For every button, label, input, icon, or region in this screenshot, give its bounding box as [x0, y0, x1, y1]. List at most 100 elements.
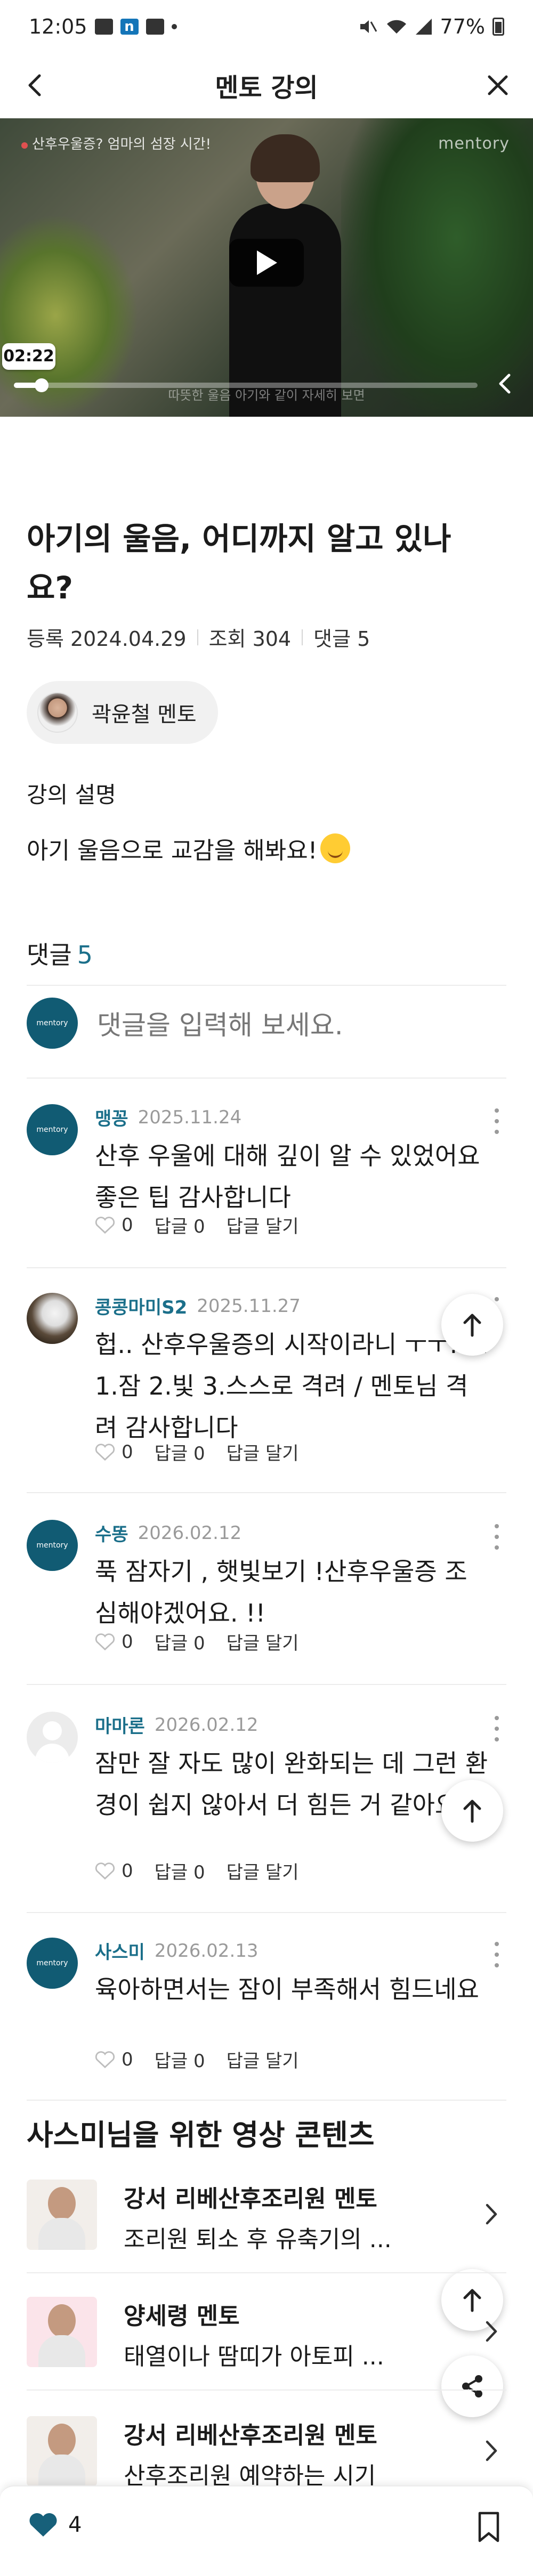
reply-count[interactable]: 답글 0 — [155, 1212, 205, 1238]
registered-date: 등록 2024.04.29 — [27, 627, 187, 651]
recommendation-mentor: 강서 리베산후조리원 멘토 — [124, 2185, 377, 2213]
status-bar: 12:05 n 77% — [0, 0, 533, 53]
commenter-name: 수똥 — [95, 1524, 128, 1545]
comment-input-row[interactable]: mentory 댓글을 입력해 보세요. — [27, 997, 506, 1050]
chevron-right-icon — [486, 2321, 497, 2342]
comment-actions: 0 답글 0 답글 달기 — [95, 1439, 320, 1465]
more-notifications-icon — [171, 24, 177, 29]
video-overlay-title: 산후우울증? 엄마의 섬장 시간! — [21, 133, 211, 153]
arrow-up-icon — [463, 1800, 481, 1823]
reply-button[interactable]: 답글 달기 — [227, 2046, 299, 2072]
comment-item: 마마론 2026.02.12 잠만 잘 자도 많이 완화되는 데 그런 환경이 쉽지… — [27, 1712, 506, 1890]
close-icon — [488, 75, 508, 95]
video-brand-watermark: mentory — [438, 134, 510, 153]
comment-actions: 0 답글 0 답글 달기 — [95, 2046, 320, 2072]
chevron-right-icon — [486, 2204, 497, 2225]
recommendation-mentor: 강서 리베산후조리원 멘토 — [124, 2422, 377, 2449]
page-title: 멘토 강의 — [215, 73, 318, 103]
reply-count[interactable]: 답글 0 — [155, 1629, 205, 1655]
back-button[interactable] — [19, 69, 51, 101]
chevron-left-icon — [499, 374, 511, 394]
comment-text: 산후 우울에 대해 깊이 알 수 있었어요 좋은 팁 감사합니다 — [95, 1141, 480, 1212]
recommendation-item[interactable]: 양세령 멘토 태열이나 땀띠가 아토피 ... — [27, 2291, 506, 2371]
divider — [27, 1492, 506, 1493]
comment-header: 마마론 2026.02.12 — [95, 1712, 259, 1738]
reply-count[interactable]: 답글 0 — [155, 1439, 205, 1465]
reply-button[interactable]: 답글 달기 — [227, 1629, 299, 1655]
commenter-avatar — [27, 1293, 78, 1344]
meta-divider — [302, 629, 303, 645]
comment-date: 2026.02.12 — [138, 1522, 242, 1544]
comment-like-count: 0 — [122, 1860, 133, 1882]
more-options-icon[interactable] — [490, 1521, 503, 1553]
play-button[interactable] — [229, 239, 304, 287]
share-icon — [462, 2375, 482, 2397]
comment-text: 헙.. 산후우울증의 시작이라니 ㅜㅜ..... 1.잠 2.빛 3.스스로 격… — [95, 1330, 489, 1442]
comment-header: 수똥 2026.02.12 — [95, 1520, 241, 1546]
reply-button[interactable]: 답글 달기 — [227, 1212, 299, 1238]
wifi-icon — [386, 20, 406, 34]
heart-outline-icon[interactable] — [95, 2051, 115, 2069]
more-options-icon[interactable] — [490, 1713, 503, 1745]
comment-actions: 0 답글 0 답글 달기 — [95, 1629, 320, 1655]
recommendation-subtitle: 조리원 퇴소 후 유축기의 ... — [124, 2226, 392, 2253]
comment-date: 2026.02.13 — [154, 1940, 259, 1962]
scroll-top-button[interactable] — [441, 1294, 503, 1356]
battery-icon — [492, 18, 504, 36]
arrow-up-icon — [463, 1314, 481, 1337]
comment-actions: 0 답글 0 답글 달기 — [95, 1858, 320, 1884]
divider — [27, 2100, 506, 2101]
comment-like-count: 0 — [122, 1631, 133, 1652]
comments-count: 5 — [77, 941, 93, 969]
mentor-chip[interactable]: 곽윤철 멘토 — [27, 681, 218, 744]
comment-item: mentory 수똥 2026.02.12 푹 잠자기 , 햇빛보기 !산후우울증 조… — [27, 1520, 506, 1660]
like-button[interactable]: 4 — [29, 2512, 82, 2538]
commenter-name: 맹꽁 — [95, 1108, 128, 1130]
comment-text: 육아하면서는 잠이 부족해서 힘드네요 — [95, 1975, 479, 2004]
status-time: 12:05 — [29, 15, 87, 38]
heart-outline-icon[interactable] — [95, 1862, 115, 1880]
video-collapse-button[interactable] — [491, 368, 518, 400]
description-label: 강의 설명 — [27, 782, 116, 808]
recommendation-item[interactable]: 강서 리베산후조리원 멘토 산후조리원 예약하는 시기 — [27, 2411, 506, 2491]
reply-count[interactable]: 답글 0 — [155, 2046, 205, 2072]
bookmark-button[interactable] — [474, 2511, 503, 2543]
bottom-action-bar: 4 — [0, 2485, 533, 2576]
scroll-top-button[interactable] — [441, 1780, 503, 1842]
reply-button[interactable]: 답글 달기 — [227, 1858, 299, 1884]
naver-notification-icon: n — [120, 19, 139, 35]
smile-emoji-icon — [320, 833, 351, 863]
bookmark-icon — [478, 2512, 499, 2542]
video-seek-bar[interactable] — [14, 383, 478, 388]
more-options-icon[interactable] — [490, 1105, 503, 1137]
lecture-meta: 등록 2024.04.29 조회 304 댓글 5 — [27, 622, 370, 652]
view-count: 조회 304 — [208, 627, 292, 651]
comment-like-count: 0 — [122, 2048, 133, 2070]
commenter-avatar: mentory — [27, 1104, 78, 1155]
mentor-avatar — [37, 692, 78, 733]
gallery-notification-icon — [94, 19, 113, 35]
comment-text: 잠만 잘 자도 많이 완화되는 데 그런 환경이 쉽지 않아서 더 힘든 거 같… — [95, 1749, 488, 1819]
reply-button[interactable]: 답글 달기 — [227, 1439, 299, 1465]
more-options-icon[interactable] — [490, 1939, 503, 1971]
heart-outline-icon[interactable] — [95, 1216, 115, 1234]
comment-text: 푹 잠자기 , 햇빛보기 !산후우울증 조심해야겠어요. !! — [95, 1557, 467, 1627]
commenter-name: 콩콩마미S2 — [95, 1297, 188, 1318]
video-seek-handle[interactable] — [35, 378, 49, 392]
comment-input[interactable]: 댓글을 입력해 보세요. — [97, 1004, 343, 1042]
video-thumbnail — [27, 2416, 97, 2486]
recommendation-item[interactable]: 강서 리베산후조리원 멘토조리원 퇴소 후 유축기의 ... — [27, 2174, 506, 2254]
commenter-name: 마마론 — [95, 1716, 145, 1737]
recommendations-title: 사스미님을 위한 영상 콘텐츠 — [27, 2118, 375, 2152]
divider — [27, 1912, 506, 1913]
heart-outline-icon[interactable] — [95, 1443, 115, 1461]
comment-count: 댓글 5 — [313, 627, 370, 651]
close-button[interactable] — [482, 69, 514, 101]
heart-outline-icon[interactable] — [95, 1633, 115, 1651]
comments-heading: 댓글 5 — [27, 941, 93, 969]
comment-actions: 0 답글 0 답글 달기 — [95, 1212, 320, 1238]
lecture-title: 아기의 울음, 어디까지 알고 있나요? — [27, 521, 451, 606]
reply-count[interactable]: 답글 0 — [155, 1858, 205, 1884]
comment-header: 맹꽁 2025.11.24 — [95, 1104, 241, 1130]
play-icon — [257, 250, 277, 275]
